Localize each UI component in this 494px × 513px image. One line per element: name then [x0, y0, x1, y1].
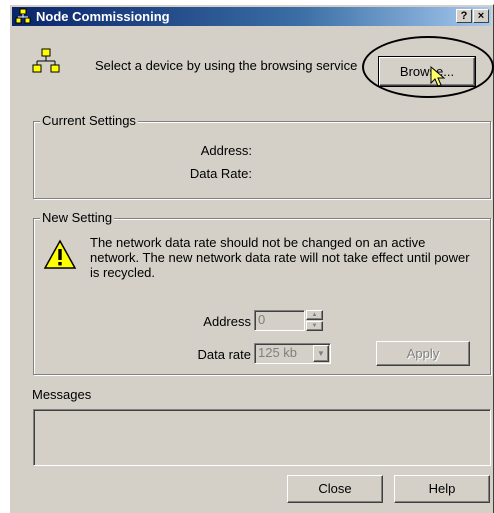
messages-label: Messages — [32, 387, 92, 402]
spinner-up-icon[interactable]: ▲ — [306, 310, 323, 320]
help-title-button[interactable]: ? — [456, 9, 472, 23]
address-spinner[interactable]: ▲ ▼ — [306, 310, 323, 331]
current-settings-group — [33, 121, 491, 199]
chevron-down-icon[interactable]: ▼ — [313, 345, 329, 362]
warning-line-3: is recycled. — [90, 265, 156, 280]
help-button[interactable]: Help — [394, 475, 490, 503]
warning-line-2: network. The new network data rate will … — [90, 250, 470, 265]
warning-message: The network data rate should not be chan… — [90, 235, 490, 280]
current-address-label: Address: — [200, 143, 252, 158]
close-title-button[interactable]: × — [473, 9, 489, 23]
apply-button[interactable]: Apply — [376, 341, 470, 366]
messages-box[interactable] — [33, 409, 491, 466]
data-rate-value: 125 kb — [258, 345, 298, 360]
browse-instruction: Select a device by using the browsing se… — [95, 58, 358, 73]
current-data-rate-label: Data Rate: — [189, 166, 252, 181]
spinner-down-icon[interactable]: ▼ — [306, 321, 323, 331]
data-rate-label: Data rate — [197, 347, 251, 362]
close-button[interactable]: Close — [287, 475, 383, 503]
title-bar: Node Commissioning ? × — [12, 7, 491, 26]
node-commissioning-dialog: Node Commissioning ? × Select a device b… — [9, 4, 494, 513]
window-title: Node Commissioning — [36, 9, 170, 24]
address-value: 0 — [258, 312, 266, 327]
browse-button[interactable]: Browse... — [378, 56, 476, 87]
warning-line-1: The network data rate should not be chan… — [90, 235, 426, 250]
current-settings-label: Current Settings — [40, 113, 138, 128]
network-node-icon — [15, 8, 31, 24]
address-input[interactable]: 0 — [254, 310, 305, 331]
address-label: Address — [203, 314, 251, 329]
warning-icon — [43, 239, 77, 274]
mouse-pointer-icon — [430, 65, 446, 91]
data-rate-select[interactable]: 125 kb ▼ — [254, 343, 331, 364]
network-tree-icon — [32, 47, 60, 78]
new-setting-label: New Setting — [40, 210, 115, 225]
